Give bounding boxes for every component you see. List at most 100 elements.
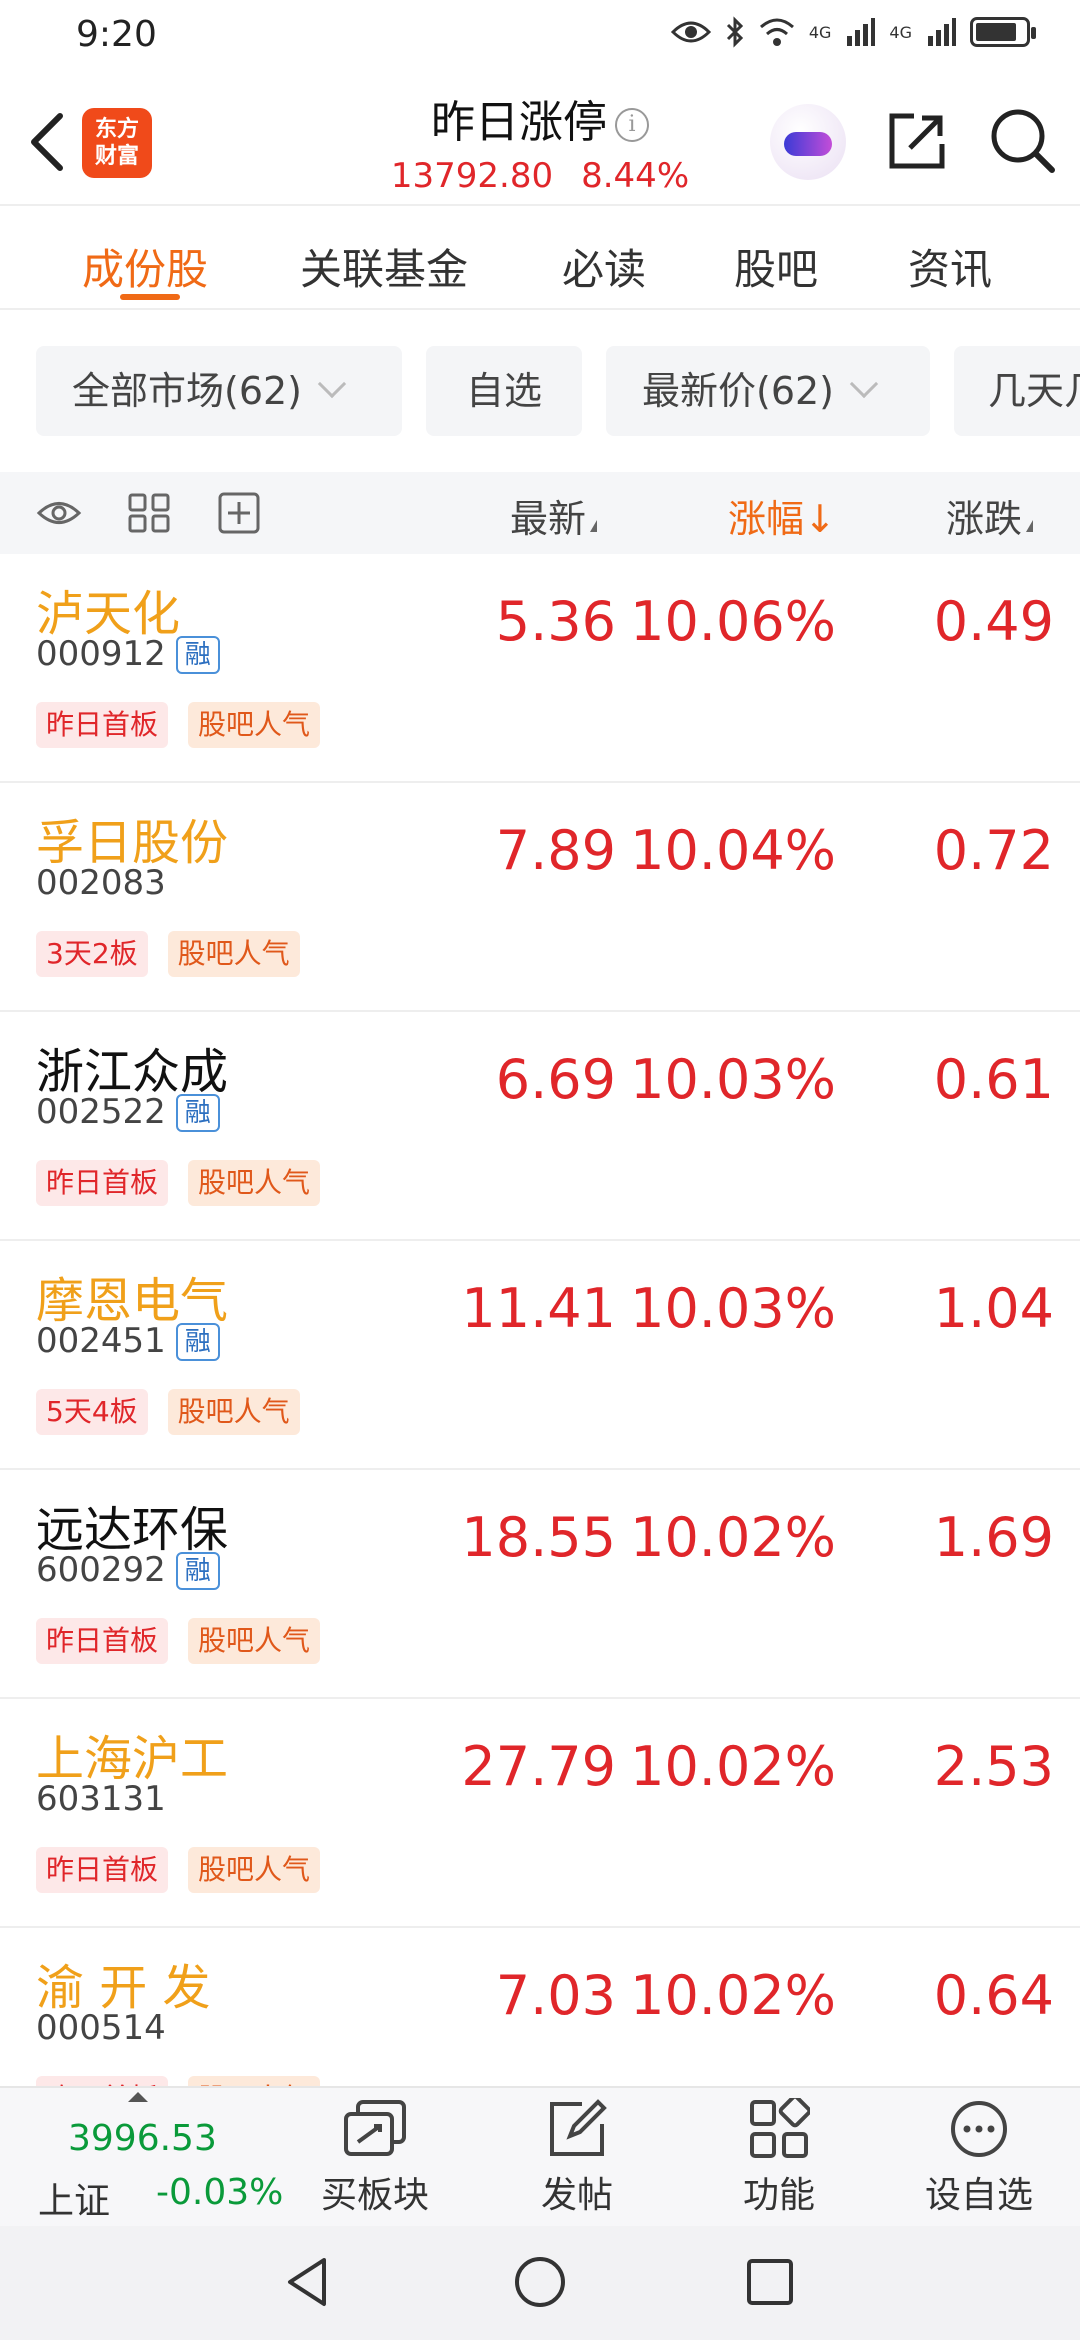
stock-price: 5.36 — [495, 590, 616, 653]
status-time: 9:20 — [76, 14, 157, 55]
tab-constituents[interactable]: 成份股 — [82, 236, 208, 297]
stock-tag: 股吧人气 — [188, 1160, 321, 1206]
tab-bar: 成份股 关联基金 必读 股吧 资讯 — [0, 206, 1080, 310]
stock-tags: 3天2板 股吧人气 — [36, 931, 300, 977]
days-filter[interactable]: 几天几 — [954, 346, 1080, 436]
tab-news[interactable]: 资讯 — [908, 236, 992, 297]
stock-code: 002083 — [36, 863, 166, 903]
function-grid-icon — [750, 2098, 810, 2158]
buy-sector-icon — [344, 2100, 406, 2156]
stock-row[interactable]: 上海沪工 603131 昨日首板 股吧人气 27.79 10.02% 2.53 — [0, 1699, 1080, 1928]
status-icons: 4G 4G — [670, 16, 1036, 48]
tab-related-funds[interactable]: 关联基金 — [300, 236, 468, 297]
stock-price: 7.03 — [495, 1964, 616, 2027]
bluetooth-icon — [726, 16, 743, 48]
back-arrow-icon[interactable] — [18, 102, 78, 182]
stock-tags: 昨日首板股吧人气 — [36, 1160, 321, 1206]
sort-icon — [1026, 520, 1034, 532]
assistant-robot-icon[interactable] — [770, 104, 846, 180]
stock-tag: 股吧人气 — [167, 1389, 300, 1435]
stock-code: 002451 — [36, 1321, 166, 1361]
post-button[interactable]: 发帖 — [502, 2098, 652, 2218]
index-name: 上证 — [38, 2181, 111, 2222]
stock-tag: 昨日首板 — [36, 2076, 169, 2086]
stock-change-pct: 10.02% — [630, 1964, 836, 2027]
stock-code-line: 000912 融 — [36, 634, 220, 674]
watchlist-filter[interactable]: 自选 — [426, 346, 582, 436]
column-change-pct[interactable]: 涨幅↓ — [728, 488, 836, 543]
stock-row[interactable]: 泸天化 000912 融 昨日首板 股吧人气 5.36 10.06% 0.49 — [0, 554, 1080, 783]
stock-change: 0.72 — [933, 819, 1054, 882]
stock-change-pct: 10.04% — [630, 819, 836, 882]
column-change-label: 涨跌 — [946, 497, 1023, 541]
stock-change-pct: 10.02% — [630, 1506, 836, 1569]
nav-back-icon[interactable] — [278, 2252, 338, 2312]
stock-change-pct: 10.03% — [630, 1277, 836, 1340]
stock-tag: 3天2板 — [36, 931, 148, 977]
app-logo: 东方 财富 — [82, 108, 152, 178]
stock-tag: 股吧人气 — [188, 1618, 321, 1664]
stock-code: 603131 — [36, 1779, 166, 1819]
nav-recents-icon[interactable] — [740, 2252, 800, 2312]
column-latest-label: 最新 — [510, 497, 587, 541]
stock-code-line: 002451 融 — [36, 1321, 220, 1361]
stock-change: 1.69 — [933, 1506, 1054, 1569]
column-latest[interactable]: 最新 — [510, 488, 598, 543]
price-filter-label: 最新价(62) — [642, 369, 835, 413]
tab-forum[interactable]: 股吧 — [734, 236, 818, 297]
stock-code: 000912 — [36, 634, 166, 674]
layout-grid-icon[interactable] — [126, 492, 172, 534]
stock-tag: 昨日首板 — [36, 1618, 169, 1664]
eye-toggle-icon[interactable] — [36, 492, 82, 534]
stock-change: 0.61 — [933, 1048, 1054, 1111]
logo-line-1: 东方 — [94, 117, 139, 142]
stock-tag: 股吧人气 — [167, 931, 300, 977]
eye-icon — [670, 21, 711, 43]
tab-must-read[interactable]: 必读 — [562, 236, 646, 297]
add-watchlist-button[interactable]: 设自选 — [904, 2098, 1054, 2218]
bottom-toolbar: 3996.53 上证 -0.03% 买板块 发帖 功能 设自选 — [0, 2086, 1080, 2226]
title-block: 昨日涨停 i 13792.80 8.44% — [360, 86, 720, 196]
header: 东方 财富 昨日涨停 i 13792.80 8.44% — [0, 72, 1080, 206]
stock-tags: 昨日首板股吧人气 — [36, 1618, 321, 1664]
stock-code-line: 600292 融 — [36, 1550, 220, 1590]
margin-badge: 融 — [175, 636, 220, 674]
stock-tags: 昨日首板股吧人气 — [36, 702, 321, 748]
search-icon[interactable] — [988, 106, 1056, 174]
edit-post-icon — [550, 2099, 607, 2156]
nav-home-icon[interactable] — [510, 2252, 570, 2312]
stock-tag: 昨日首板 — [36, 1847, 169, 1893]
stock-price: 18.55 — [461, 1506, 616, 1569]
stock-row[interactable]: 摩恩电气 002451 融 5天4板 股吧人气 11.41 10.03% 1.04 — [0, 1241, 1080, 1470]
stock-tags: 昨日首板股吧人气 — [36, 2076, 321, 2086]
market-filter[interactable]: 全部市场(62) — [36, 346, 402, 436]
signal-label-1: 4G — [808, 22, 832, 42]
buy-sector-button[interactable]: 买板块 — [300, 2098, 450, 2218]
stock-row[interactable]: 孚日股份 002083 3天2板 股吧人气 7.89 10.04% 0.72 — [0, 783, 1080, 1012]
stock-change-pct: 10.06% — [630, 590, 836, 653]
filter-bar: 全部市场(62) 自选 最新价(62) 几天几 — [0, 346, 1080, 438]
stock-row[interactable]: 浙江众成 002522 融 昨日首板 股吧人气 6.69 10.03% 0.61 — [0, 1012, 1080, 1241]
add-column-icon[interactable] — [216, 492, 262, 534]
logo-line-2: 财富 — [94, 144, 139, 169]
signal-label-2: 4G — [889, 22, 912, 42]
index-value: 3996.53 — [68, 2118, 217, 2159]
function-button[interactable]: 功能 — [704, 2098, 854, 2218]
chevron-down-icon — [849, 369, 879, 399]
sector-index-change: 8.44% — [581, 156, 690, 196]
tab-underline — [120, 294, 180, 300]
sector-index-value: 13792.80 — [390, 156, 554, 196]
page-title-text: 昨日涨停 — [431, 97, 607, 148]
share-icon[interactable] — [884, 108, 950, 174]
price-filter[interactable]: 最新价(62) — [606, 346, 930, 436]
info-icon[interactable]: i — [615, 108, 649, 142]
column-change[interactable]: 涨跌 — [946, 488, 1034, 543]
stock-price: 11.41 — [461, 1277, 616, 1340]
stock-code-line: 002083 — [36, 863, 166, 903]
stock-list: 泸天化 000912 融 昨日首板 股吧人气 5.36 10.06% 0.49 孚日… — [0, 554, 1080, 2086]
stock-tag: 股吧人气 — [188, 1847, 321, 1893]
stock-change: 0.64 — [933, 1964, 1054, 2027]
add-watchlist-label: 设自选 — [924, 2175, 1033, 2216]
stock-row[interactable]: 渝 开 发 000514 昨日首板股吧人气 7.03 10.02% 0.64 — [0, 1928, 1080, 2086]
stock-row[interactable]: 远达环保 600292 融 昨日首板 股吧人气 18.55 10.02% 1.69 — [0, 1470, 1080, 1699]
